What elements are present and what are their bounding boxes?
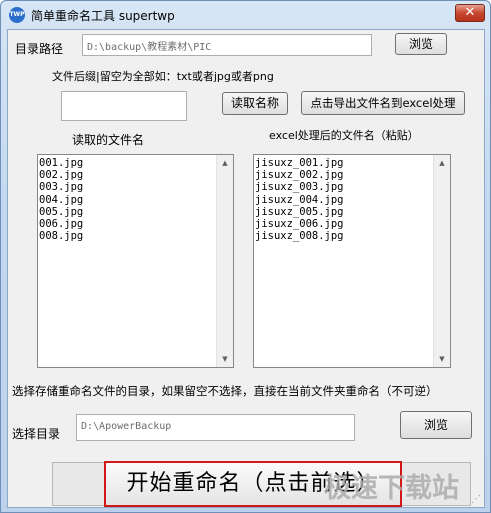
- target-dir-label: 选择目录: [12, 427, 61, 441]
- processed-filenames-items: jisuxz_001.jpg jisuxz_002.jpg jisuxz_003.j…: [255, 157, 344, 242]
- app-window: TWP 简单重命名工具 supertwp ✕ 目录路径 D:\backup\教程…: [0, 0, 491, 513]
- site-watermark: 极速下载站: [324, 473, 459, 504]
- target-note: 选择存储重命名文件的目录，如果留空不选择，直接在当前文件夹重命名（不可逆）: [12, 384, 438, 398]
- close-button[interactable]: ✕: [455, 4, 485, 22]
- target-browse-button[interactable]: 浏览: [400, 411, 472, 439]
- suffix-input[interactable]: [61, 91, 187, 121]
- scroll-down-arrow-icon[interactable]: ▼: [217, 351, 233, 367]
- scroll-down-arrow-icon[interactable]: ▼: [434, 351, 450, 367]
- list-item[interactable]: jisuxz_005.jpg: [255, 206, 344, 218]
- source-dir-field[interactable]: D:\backup\教程素材\PIC: [82, 34, 372, 56]
- window-title: 简单重命名工具 supertwp: [31, 9, 175, 23]
- list-item[interactable]: jisuxz_008.jpg: [255, 230, 344, 242]
- list-item[interactable]: jisuxz_002.jpg: [255, 169, 344, 181]
- title-bar[interactable]: TWP 简单重命名工具 supertwp ✕: [1, 1, 490, 29]
- read-filenames-items: 001.jpg 002.jpg 003.jpg 004.jpg 005.jpg 006.j…: [39, 157, 83, 242]
- list-item[interactable]: 004.jpg: [39, 194, 83, 206]
- right-list-scrollbar[interactable]: ▲ ▼: [433, 155, 450, 367]
- read-names-button[interactable]: 读取名称: [222, 92, 288, 115]
- scroll-up-arrow-icon[interactable]: ▲: [434, 155, 450, 171]
- suffix-label: 文件后缀|留空为全部如：txt或者jpg或者png: [52, 70, 274, 83]
- list-item[interactable]: jisuxz_003.jpg: [255, 181, 344, 193]
- processed-filenames-list[interactable]: jisuxz_001.jpg jisuxz_002.jpg jisuxz_003.j…: [253, 154, 451, 368]
- right-list-header: excel处理后的文件名（粘贴）: [269, 129, 419, 142]
- list-item[interactable]: 006.jpg: [39, 218, 83, 230]
- resize-grip-icon[interactable]: ⋰: [471, 494, 485, 508]
- list-item[interactable]: 002.jpg: [39, 169, 83, 181]
- list-item[interactable]: 005.jpg: [39, 206, 83, 218]
- list-item[interactable]: jisuxz_004.jpg: [255, 194, 344, 206]
- source-dir-label: 目录路径: [15, 42, 64, 56]
- list-item[interactable]: 001.jpg: [39, 157, 83, 169]
- left-list-scrollbar[interactable]: ▲ ▼: [216, 155, 233, 367]
- target-dir-field[interactable]: D:\ApowerBackup: [76, 414, 355, 441]
- list-item[interactable]: 003.jpg: [39, 181, 83, 193]
- read-filenames-list[interactable]: 001.jpg 002.jpg 003.jpg 004.jpg 005.jpg 006.j…: [37, 154, 234, 368]
- list-item[interactable]: jisuxz_001.jpg: [255, 157, 344, 169]
- client-area: 目录路径 D:\backup\教程素材\PIC 浏览 文件后缀|留空为全部如：t…: [7, 29, 485, 508]
- list-item[interactable]: jisuxz_006.jpg: [255, 218, 344, 230]
- app-logo-icon: TWP: [9, 7, 25, 23]
- left-list-header: 读取的文件名: [72, 133, 145, 147]
- scroll-up-arrow-icon[interactable]: ▲: [217, 155, 233, 171]
- list-item[interactable]: 008.jpg: [39, 230, 83, 242]
- source-browse-button[interactable]: 浏览: [395, 33, 447, 55]
- export-excel-button[interactable]: 点击导出文件名到excel处理: [301, 91, 465, 115]
